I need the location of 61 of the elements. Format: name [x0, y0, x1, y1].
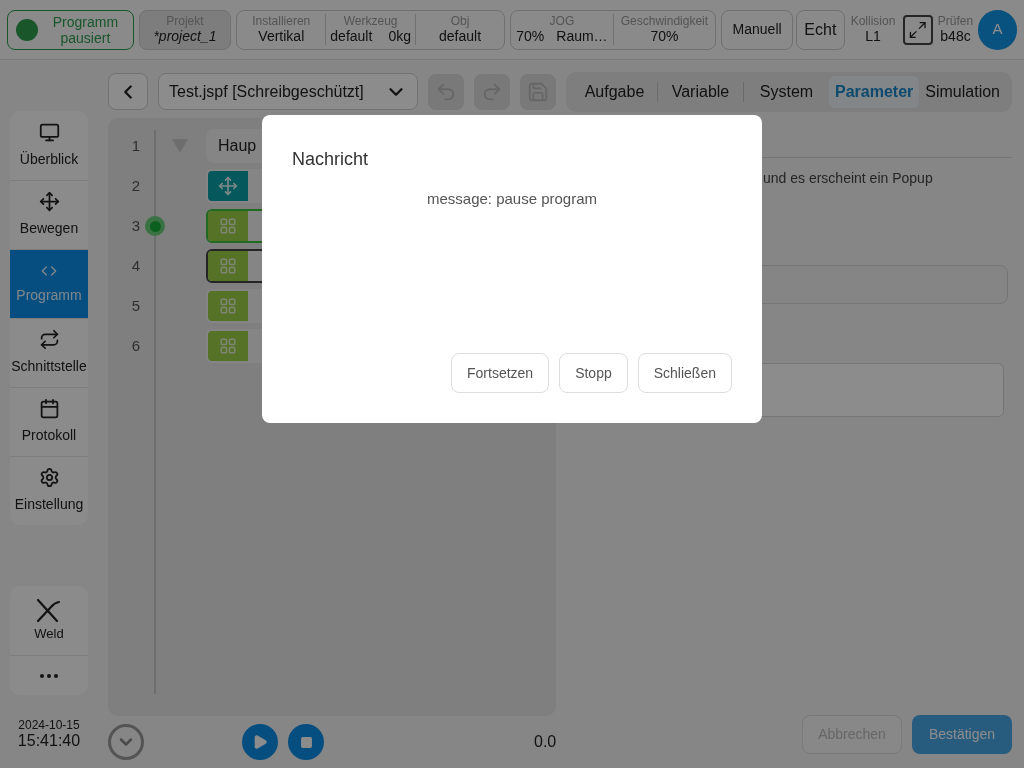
settings-icon [38, 467, 60, 488]
redo-button[interactable] [474, 73, 510, 110]
scroll-down-icon[interactable] [108, 724, 144, 760]
stop-icon [299, 735, 313, 749]
more-icon [40, 673, 58, 678]
grid-icon [219, 297, 237, 315]
nav-item[interactable]: Protokoll [10, 387, 88, 456]
line-number: 2 [130, 175, 142, 196]
tab[interactable]: System [744, 75, 829, 108]
info-value: L1 [865, 28, 881, 45]
info-value: default [330, 28, 373, 45]
date-text: 2024-10-15 [18, 718, 80, 732]
info-value: default [439, 28, 482, 45]
dialog-button[interactable]: Schließen [637, 353, 732, 393]
node-label: Haup [218, 136, 257, 156]
nav-item[interactable]: Weld [10, 586, 88, 655]
line-number: 5 [130, 295, 142, 316]
dialog-message: message: pause program [425, 189, 599, 209]
undo-button[interactable] [428, 73, 464, 110]
save-button[interactable] [520, 73, 556, 110]
expand-icon[interactable] [903, 14, 933, 45]
info-value: 0kg [388, 28, 411, 45]
info-value: b48c [940, 28, 971, 45]
line-number: 1 [130, 135, 142, 156]
line-number: 3 [130, 215, 142, 236]
repeat-icon [38, 329, 60, 350]
info-value: 70% [516, 28, 545, 45]
time-text: 15:41:40 [17, 732, 81, 750]
file-dropdown[interactable]: Test.jspf [Schreibgeschützt] [158, 73, 418, 110]
nav-item[interactable]: Überblick [10, 111, 88, 180]
calendar-icon [38, 398, 60, 419]
nav-item[interactable]: Einstellung [10, 456, 88, 525]
line-number: 6 [130, 335, 142, 356]
info-value: 70% [650, 28, 679, 45]
mode-button[interactable]: Manuell [721, 9, 794, 50]
dialog-title: Nachricht [292, 148, 370, 171]
tab[interactable]: Simulation [919, 75, 1006, 108]
project-name: *project_1 [153, 28, 217, 45]
tab[interactable]: Aufgabe [572, 75, 657, 108]
status-label: Programm pausiert [51, 13, 120, 46]
tab[interactable]: Variable [658, 75, 743, 108]
move-icon [38, 191, 60, 212]
play-button[interactable] [242, 724, 278, 760]
info-value: Vertikal [258, 28, 305, 45]
play-icon [252, 734, 268, 750]
info-value: Raum… [556, 28, 608, 45]
dialog-button[interactable]: Stopp [559, 353, 628, 393]
mode-button[interactable]: Echt [796, 9, 845, 50]
line-number: 4 [130, 255, 142, 276]
stop-button[interactable] [288, 724, 324, 760]
torch-icon [35, 597, 63, 624]
speed-reading: 0.0 [534, 732, 557, 752]
nav-item[interactable]: Schnittstelle [10, 318, 88, 387]
back-button[interactable] [108, 73, 148, 110]
grid-icon [219, 217, 237, 235]
monitor-icon [38, 121, 60, 143]
move-icon [218, 176, 238, 196]
grid-icon [219, 257, 237, 275]
description-text: und es erscheint ein Popup [763, 169, 934, 188]
dialog-button[interactable]: Fortsetzen [451, 353, 550, 393]
grid-icon [219, 337, 237, 355]
